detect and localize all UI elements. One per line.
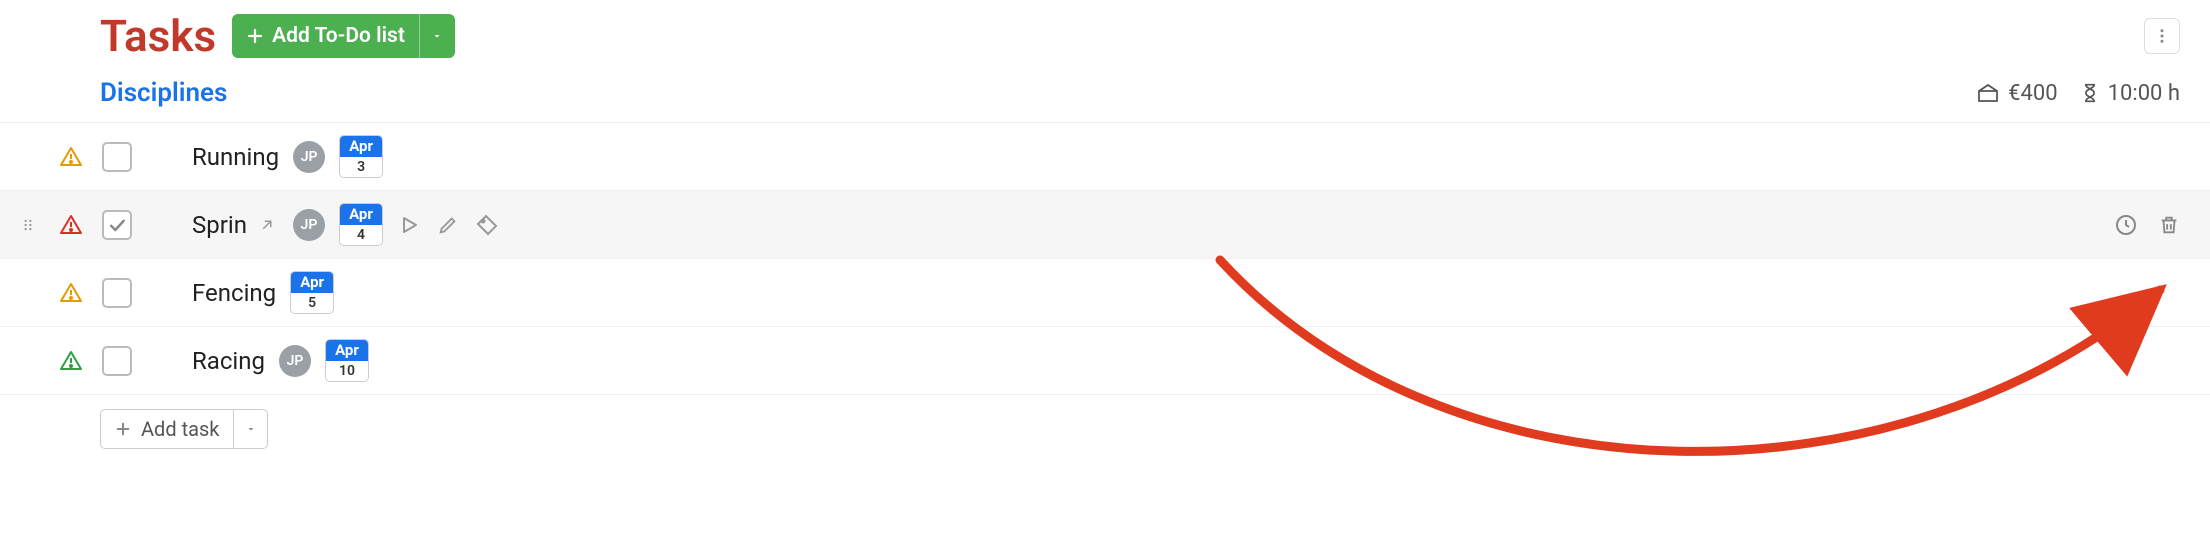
due-month: Apr (291, 272, 333, 293)
add-todo-list-button[interactable]: Add To-Do list (232, 14, 455, 58)
warning-icon (54, 145, 88, 169)
edit-icon[interactable] (437, 213, 459, 237)
due-day: 4 (340, 225, 382, 245)
add-todo-list-label: Add To-Do list (272, 24, 405, 48)
drag-handle-icon[interactable] (16, 214, 40, 236)
warning-icon (54, 349, 88, 373)
avatar[interactable]: JP (293, 209, 325, 241)
plus-icon (115, 421, 131, 437)
task-name[interactable]: Running (192, 143, 279, 171)
task-row[interactable]: Fencing Apr 5 (0, 259, 2210, 327)
avatar[interactable]: JP (279, 345, 311, 377)
list-title[interactable]: Disciplines (100, 78, 227, 108)
task-name[interactable]: Racing (192, 347, 265, 375)
add-task-label: Add task (141, 417, 219, 441)
open-task-icon[interactable] (255, 213, 279, 237)
task-checkbox[interactable] (102, 142, 132, 172)
task-list: Running JP Apr 3 Sprin JP (0, 123, 2210, 395)
page-title: Tasks (100, 10, 216, 62)
due-date-badge[interactable]: Apr 10 (325, 339, 369, 382)
budget-value: €400 (2008, 81, 2057, 106)
plus-icon (246, 27, 264, 45)
task-checkbox[interactable] (102, 278, 132, 308)
due-date-badge[interactable]: Apr 5 (290, 271, 334, 314)
task-row[interactable]: Racing JP Apr 10 (0, 327, 2210, 395)
due-day: 3 (340, 157, 382, 177)
clock-icon[interactable] (2114, 213, 2138, 237)
due-month: Apr (340, 136, 382, 157)
warning-icon (54, 213, 88, 237)
task-checkbox[interactable] (102, 346, 132, 376)
tag-icon[interactable] (475, 213, 499, 237)
time-metric: 10:00 h (2080, 81, 2180, 106)
add-todo-list-dropdown[interactable] (419, 14, 455, 58)
warning-icon (54, 281, 88, 305)
hourglass-icon (2080, 81, 2100, 105)
due-month: Apr (340, 204, 382, 225)
due-date-badge[interactable]: Apr 3 (339, 135, 383, 178)
time-value: 10:00 h (2108, 81, 2180, 106)
due-month: Apr (326, 340, 368, 361)
budget-icon (1976, 81, 2000, 105)
task-checkbox[interactable] (102, 210, 132, 240)
add-task-button[interactable]: Add task (100, 409, 268, 449)
task-row[interactable]: Running JP Apr 3 (0, 123, 2210, 191)
start-timer-icon[interactable] (397, 213, 421, 237)
task-name[interactable]: Sprin (192, 211, 247, 239)
add-task-dropdown[interactable] (233, 410, 267, 448)
delete-icon[interactable] (2158, 213, 2180, 237)
due-day: 10 (326, 361, 368, 381)
task-row[interactable]: Sprin JP Apr 4 (0, 191, 2210, 259)
due-day: 5 (291, 293, 333, 313)
due-date-badge[interactable]: Apr 4 (339, 203, 383, 246)
task-name[interactable]: Fencing (192, 279, 276, 307)
budget-metric: €400 (1976, 81, 2057, 106)
more-options-button[interactable] (2144, 18, 2180, 54)
avatar[interactable]: JP (293, 141, 325, 173)
